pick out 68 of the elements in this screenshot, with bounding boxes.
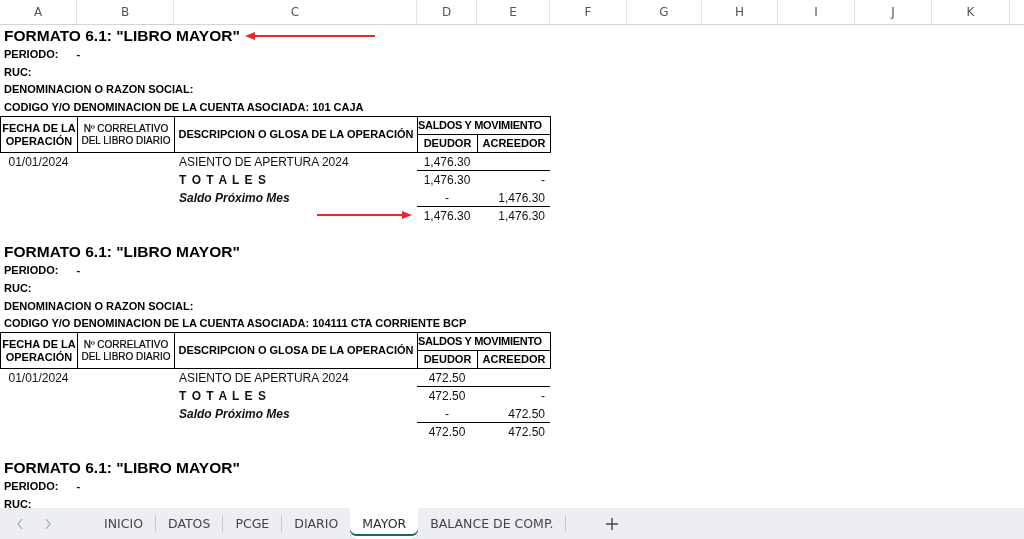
sheet-tab[interactable]: DIARIO xyxy=(282,508,351,539)
report-title: FORMATO 6.1: "LIBRO MAYOR" xyxy=(3,458,240,477)
debit-cell: 1,476.30 xyxy=(423,208,471,223)
column-letter[interactable]: G xyxy=(627,0,702,24)
column-header: SALDOS Y MOVIMIENTO xyxy=(417,116,551,136)
credit-cell: - xyxy=(541,388,545,403)
column-header: DESCRIPCION O GLOSA DE LA OPERACIÓN xyxy=(174,116,418,154)
description-cell: Saldo Próximo Mes xyxy=(179,406,290,421)
column-letter[interactable]: I xyxy=(778,0,855,24)
description-cell: ASIENTO DE APERTURA 2024 xyxy=(179,154,349,169)
description-cell: T O T A L E S xyxy=(179,172,267,187)
sheet-tab[interactable]: MAYOR xyxy=(350,508,419,539)
account-label: CODIGO Y/O DENOMINACION DE LA CUENTA ASOCIADA: 104111 CTA CORRIENTE BCP xyxy=(4,317,467,330)
debit-cell: 1,476.30 xyxy=(423,154,471,169)
column-header: ACREEDOR xyxy=(477,350,551,370)
description-cell: Saldo Próximo Mes xyxy=(179,190,290,205)
period-label: PERIODO: xyxy=(4,264,59,277)
column-header: Nº CORRELATIVO DEL LIBRO DIARIO xyxy=(77,332,175,370)
period-value: - xyxy=(76,480,81,493)
credit-cell: 472.50 xyxy=(508,406,545,421)
company-name-label: DENOMINACION O RAZON SOCIAL: xyxy=(4,83,194,96)
debit-cell: - xyxy=(445,190,449,205)
column-letter[interactable]: J xyxy=(855,0,932,24)
sheet-tab[interactable]: INICIO xyxy=(92,508,155,539)
credit-cell: - xyxy=(541,172,545,187)
column-letter[interactable]: F xyxy=(550,0,627,24)
debit-cell: 472.50 xyxy=(428,424,466,439)
period-label: PERIODO: xyxy=(4,47,59,60)
chevron-left-icon[interactable] xyxy=(16,517,24,530)
date-cell: 01/01/2024 xyxy=(8,370,69,385)
report-title: FORMATO 6.1: "LIBRO MAYOR" xyxy=(3,26,240,45)
debit-cell: 472.50 xyxy=(428,388,466,403)
column-header: DESCRIPCION O GLOSA DE LA OPERACIÓN xyxy=(174,332,418,370)
sheet-tab[interactable]: BALANCE DE COMP. xyxy=(418,508,566,539)
period-label: PERIODO: xyxy=(4,480,59,493)
date-cell: 01/01/2024 xyxy=(8,154,69,169)
column-header: FECHA DE LA OPERACIÓN xyxy=(0,332,78,370)
ruc-label: RUC: xyxy=(4,281,32,294)
sheet-tab[interactable]: PCGE xyxy=(223,508,282,539)
period-value: - xyxy=(76,264,81,277)
debit-cell: 1,476.30 xyxy=(423,172,471,187)
column-letter[interactable]: K xyxy=(932,0,1010,24)
chevron-right-icon[interactable] xyxy=(44,517,52,530)
debit-cell: - xyxy=(445,406,449,421)
column-header: Nº CORRELATIVO DEL LIBRO DIARIO xyxy=(77,116,175,154)
sheet-tab[interactable]: DATOS xyxy=(156,508,223,539)
credit-cell: 1,476.30 xyxy=(498,208,545,223)
column-letter[interactable]: B xyxy=(77,0,174,24)
company-name-label: DENOMINACION O RAZON SOCIAL: xyxy=(4,299,194,312)
debit-cell: 472.50 xyxy=(428,370,466,385)
report-title: FORMATO 6.1: "LIBRO MAYOR" xyxy=(3,242,240,261)
ruc-label: RUC: xyxy=(4,65,32,78)
description-cell: ASIENTO DE APERTURA 2024 xyxy=(179,370,349,385)
column-letter[interactable]: A xyxy=(0,0,77,24)
column-letter[interactable]: E xyxy=(477,0,550,24)
column-letter[interactable]: D xyxy=(417,0,477,24)
credit-cell: 1,476.30 xyxy=(498,190,545,205)
column-letter[interactable]: H xyxy=(702,0,778,24)
column-header: SALDOS Y MOVIMIENTO xyxy=(417,332,551,352)
column-header: ACREEDOR xyxy=(477,134,551,154)
ruc-label: RUC: xyxy=(4,498,32,508)
add-icon[interactable] xyxy=(606,517,619,530)
column-letter[interactable]: C xyxy=(174,0,417,24)
column-header: FECHA DE LA OPERACIÓN xyxy=(0,116,78,154)
period-value: - xyxy=(76,47,81,60)
account-label: CODIGO Y/O DENOMINACION DE LA CUENTA ASOCIADA: 101 CAJA xyxy=(4,101,364,114)
description-cell: T O T A L E S xyxy=(179,388,267,403)
credit-cell: 472.50 xyxy=(508,424,545,439)
